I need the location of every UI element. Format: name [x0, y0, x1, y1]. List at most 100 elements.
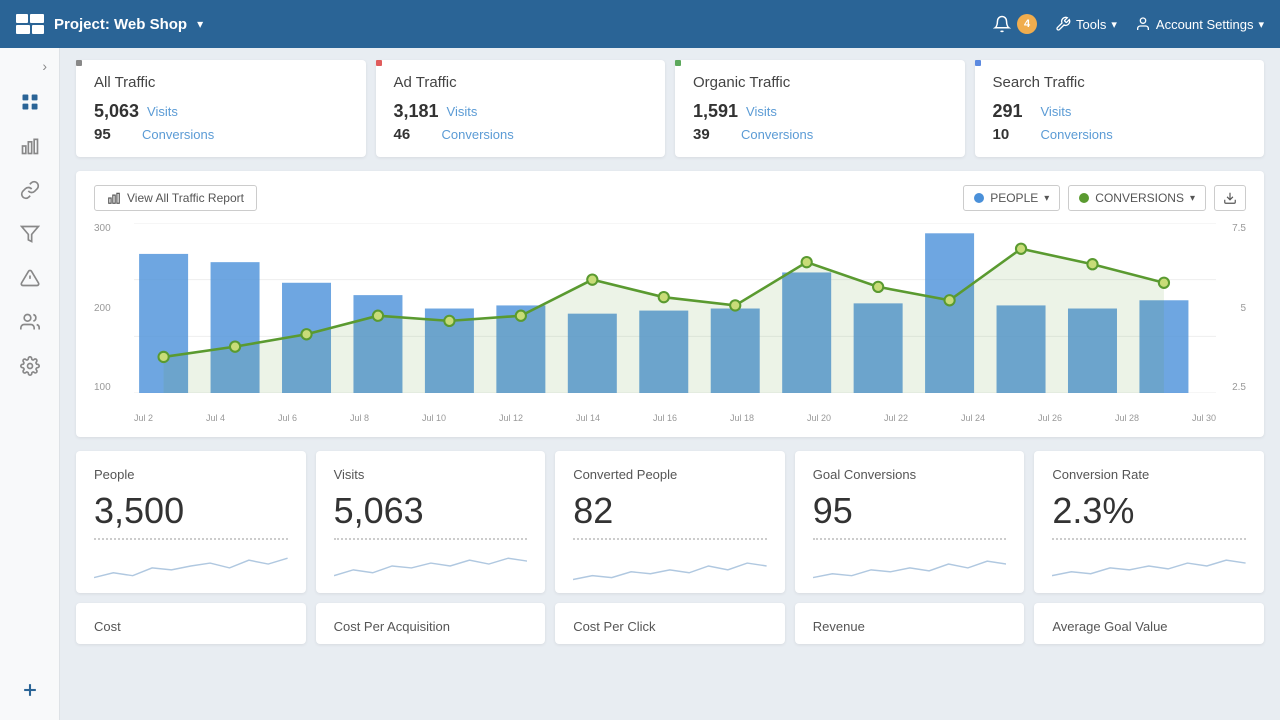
goal-title: Goal Conversions	[813, 467, 1007, 482]
y-axis-left: 300 200 100	[94, 223, 129, 393]
settings-icon	[20, 356, 40, 376]
grid-icon	[20, 92, 40, 112]
traffic-cards-row: All Traffic 5,063 Visits 95 Conversions …	[76, 60, 1264, 157]
account-button[interactable]: Account Settings ▾	[1135, 16, 1264, 32]
tools-chevron: ▾	[1111, 18, 1117, 31]
people-dropdown[interactable]: PEOPLE ▾	[963, 185, 1060, 211]
organic-visits-num: 1,591	[693, 101, 738, 122]
cpc-card: Cost Per Click	[555, 603, 785, 644]
organic-conv-label: Conversions	[741, 127, 813, 142]
sidebar-item-dashboard[interactable]	[8, 82, 52, 122]
traffic-card-search: Search Traffic 291 Visits 10 Conversions	[975, 60, 1265, 157]
sidebar-item-warnings[interactable]	[8, 258, 52, 298]
link-icon	[20, 180, 40, 200]
ad-visits-num: 3,181	[394, 101, 439, 122]
converted-sparkline	[573, 548, 767, 583]
y-axis-right: 7.5 5 2.5	[1221, 223, 1246, 393]
toggle-icon[interactable]: ›	[42, 58, 47, 74]
traffic-card-organic: Organic Traffic 1,591 Visits 39 Conversi…	[675, 60, 965, 157]
add-icon	[20, 680, 40, 700]
agv-card: Average Goal Value	[1034, 603, 1264, 644]
project-title[interactable]: Project: Web Shop	[54, 16, 187, 33]
people-chevron: ▾	[1044, 193, 1049, 204]
visits-sparkline	[334, 548, 528, 583]
search-visits-label: Visits	[1041, 104, 1072, 119]
tools-button[interactable]: Tools ▾	[1055, 16, 1117, 32]
people-sparkline	[94, 548, 288, 583]
traffic-card-ad: Ad Traffic 3,181 Visits 46 Conversions	[376, 60, 666, 157]
cpc-title: Cost Per Click	[573, 619, 767, 634]
conversions-dropdown[interactable]: CONVERSIONS ▾	[1068, 185, 1206, 211]
search-conv-label: Conversions	[1041, 127, 1113, 142]
visits-title: Visits	[334, 467, 528, 482]
sidebar-item-analytics[interactable]	[8, 126, 52, 166]
all-conversions-metric: 95 Conversions	[94, 126, 348, 143]
view-all-label: View All Traffic Report	[127, 191, 244, 205]
sidebar-item-filter[interactable]	[8, 214, 52, 254]
organic-conv-num: 39	[693, 126, 733, 143]
revenue-title: Revenue	[813, 619, 1007, 634]
notification-area[interactable]: 4	[993, 14, 1037, 34]
account-chevron: ▾	[1258, 18, 1264, 31]
cost-title: Cost	[94, 619, 288, 634]
ad-traffic-title: Ad Traffic	[394, 74, 648, 91]
sidebar-item-settings[interactable]	[8, 346, 52, 386]
rate-card: Conversion Rate 2.3%	[1034, 451, 1264, 593]
converted-title: Converted People	[573, 467, 767, 482]
ad-conv-label: Conversions	[442, 127, 514, 142]
download-button[interactable]	[1214, 185, 1246, 211]
account-icon	[1135, 16, 1151, 32]
all-traffic-title: All Traffic	[94, 74, 348, 91]
bottom-cards-row: Cost Cost Per Acquisition Cost Per Click…	[76, 603, 1264, 644]
app-logo	[16, 14, 44, 34]
search-visits-num: 291	[993, 101, 1033, 122]
chart-section: View All Traffic Report PEOPLE ▾ CONVERS…	[76, 171, 1264, 437]
rate-value: 2.3%	[1052, 490, 1246, 540]
goal-sparkline	[813, 548, 1007, 583]
account-label: Account Settings	[1156, 17, 1254, 32]
conversions-dot	[1079, 193, 1089, 203]
main-content: All Traffic 5,063 Visits 95 Conversions …	[60, 48, 1280, 720]
all-visits-metric: 5,063 Visits	[94, 101, 348, 122]
sidebar: ›	[0, 48, 60, 720]
bar-chart-icon	[20, 136, 40, 156]
ad-visits-label: Visits	[447, 104, 478, 119]
ad-conv-num: 46	[394, 126, 434, 143]
chart-canvas	[134, 223, 1216, 393]
sidebar-toggle[interactable]: ›	[0, 58, 59, 74]
sidebar-item-links[interactable]	[8, 170, 52, 210]
sidebar-item-users[interactable]	[8, 302, 52, 342]
converted-value: 82	[573, 490, 767, 540]
rate-title: Conversion Rate	[1052, 467, 1246, 482]
agv-title: Average Goal Value	[1052, 619, 1246, 634]
project-chevron[interactable]: ▾	[197, 17, 203, 31]
download-icon	[1223, 191, 1237, 205]
all-visits-label: Visits	[147, 104, 178, 119]
visits-value: 5,063	[334, 490, 528, 540]
chart-header: View All Traffic Report PEOPLE ▾ CONVERS…	[94, 185, 1246, 211]
conversions-label: CONVERSIONS	[1095, 191, 1184, 205]
view-all-traffic-button[interactable]: View All Traffic Report	[94, 185, 257, 211]
nav-left: Project: Web Shop ▾	[16, 14, 203, 34]
organic-visits-label: Visits	[746, 104, 777, 119]
bell-icon	[993, 15, 1011, 33]
people-title: People	[94, 467, 288, 482]
cpa-title: Cost Per Acquisition	[334, 619, 528, 634]
top-navigation: Project: Web Shop ▾ 4 Tools ▾ Account Se…	[0, 0, 1280, 48]
organic-traffic-title: Organic Traffic	[693, 74, 947, 91]
search-traffic-title: Search Traffic	[993, 74, 1247, 91]
all-conv-label: Conversions	[142, 127, 214, 142]
filter-icon	[20, 224, 40, 244]
chart-area: 300 200 100 7.5 5 2.5	[94, 223, 1246, 423]
converted-card: Converted People 82	[555, 451, 785, 593]
tools-label: Tools	[1076, 17, 1106, 32]
cost-card: Cost	[76, 603, 306, 644]
nav-right: 4 Tools ▾ Account Settings ▾	[993, 14, 1264, 34]
sidebar-item-add[interactable]	[8, 670, 52, 710]
visits-card: Visits 5,063	[316, 451, 546, 593]
notification-badge: 4	[1017, 14, 1037, 34]
cpa-card: Cost Per Acquisition	[316, 603, 546, 644]
all-conv-num: 95	[94, 126, 134, 143]
all-traffic-metrics: 5,063 Visits 95 Conversions	[94, 101, 348, 143]
chart-bar-icon	[107, 191, 121, 205]
